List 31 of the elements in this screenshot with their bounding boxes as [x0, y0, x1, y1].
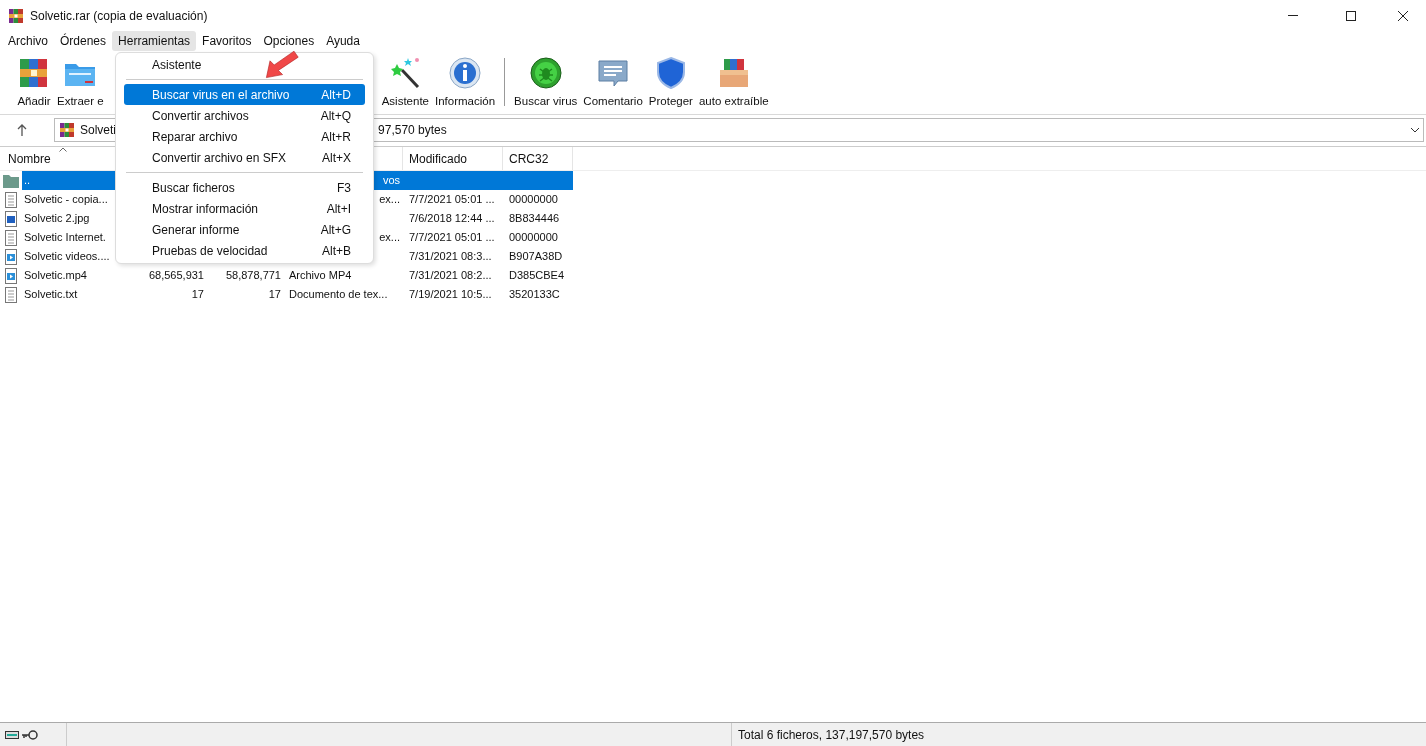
crc-value: B907A38D [509, 250, 563, 263]
window-title: Solvetic.rar (copia de evaluación) [30, 7, 208, 25]
file-name: Solvetic.mp4 [24, 269, 87, 282]
packed-size: 58,878,771 [225, 269, 281, 282]
packed-size: 17 [268, 288, 281, 301]
status-text: Total 6 ficheros, 137,197,570 bytes [737, 726, 925, 744]
file-name: Solvetic Internet. [24, 231, 106, 244]
file-size: 17 [191, 288, 204, 301]
file-name: Solvetic - copia... [24, 193, 108, 206]
modified-date: 7/31/2021 08:3... [409, 250, 492, 263]
file-name: Solvetic.txt [24, 288, 78, 301]
file-type: ex... [379, 231, 400, 244]
address-text: Solveti [80, 122, 117, 139]
file-name: Solvetic 2.jpg [24, 212, 90, 225]
modified-date: 7/7/2021 05:01 ... [409, 231, 495, 244]
file-type: vos [382, 174, 400, 187]
crc-value: 8B834446 [509, 212, 560, 225]
crc-value: 00000000 [509, 231, 558, 244]
file-name: .. [24, 174, 31, 187]
file-type: Documento de tex... [289, 288, 388, 301]
modified-date: 7/19/2021 10:5... [409, 288, 492, 301]
file-type: ex... [379, 193, 400, 206]
address-text: 97,570 bytes [378, 122, 447, 139]
modified-date: 7/6/2018 12:44 ... [409, 212, 495, 225]
crc-value: 3520133C [509, 288, 560, 301]
crc-value: 00000000 [509, 193, 558, 206]
file-size: 68,565,931 [148, 269, 204, 282]
modified-date: 7/7/2021 05:01 ... [409, 193, 495, 206]
modified-date: 7/31/2021 08:2... [409, 269, 492, 282]
crc-value: D385CBE4 [509, 269, 565, 282]
file-type: Archivo MP4 [289, 269, 352, 282]
